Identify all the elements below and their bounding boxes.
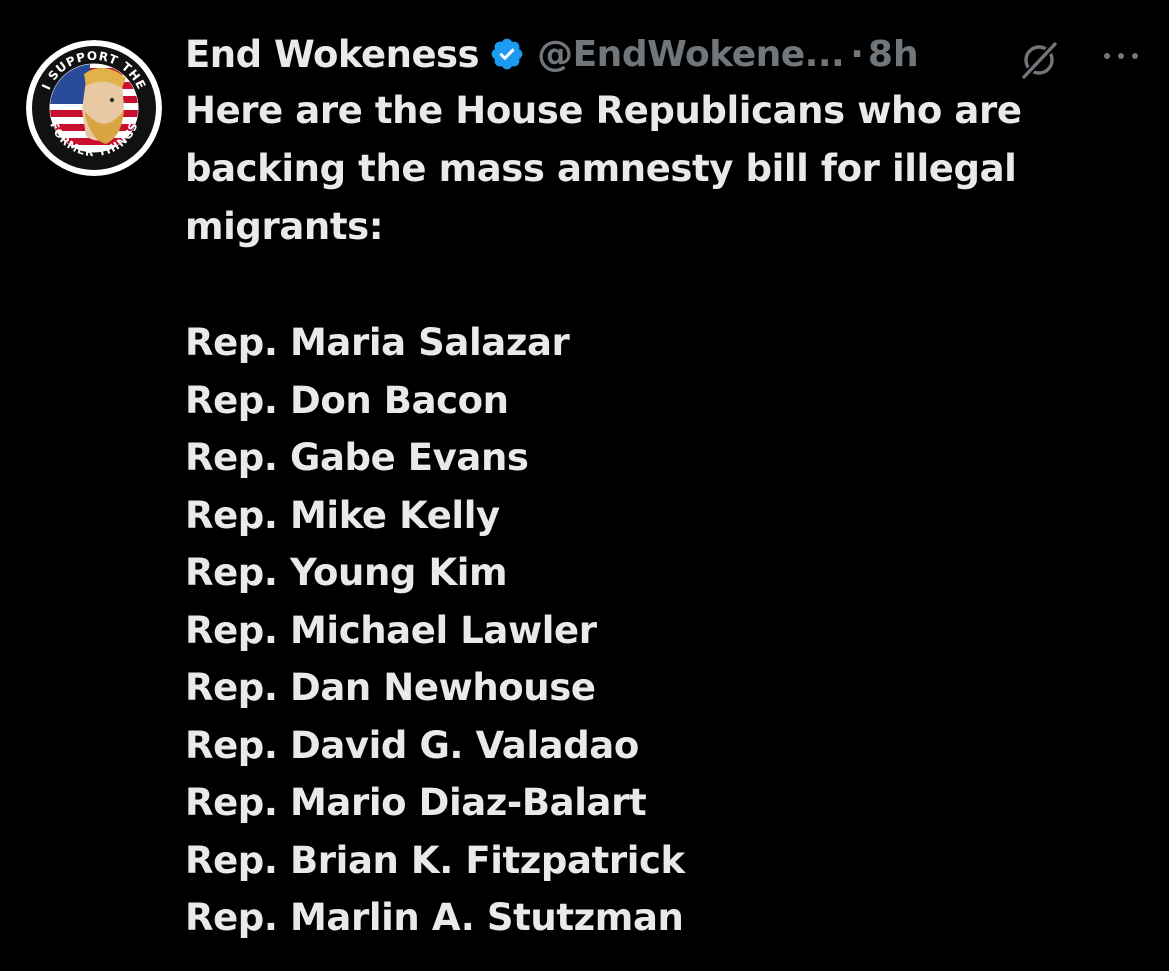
list-item: Rep. Dan Newhouse [185,666,596,709]
more-options-icon[interactable] [1097,42,1145,70]
list-item: Rep. Don Bacon [185,378,509,422]
user-handle[interactable]: @EndWokene... [537,34,845,75]
timestamp[interactable]: 8h [868,34,919,75]
list-item: Rep. Marlin A. Stutzman [185,896,684,939]
list-item: Rep. David G. Valadao [185,723,639,767]
tweet-content: End Wokeness @EndWokene... · 8h Here are… [185,26,1145,947]
tweet-card: I SUPPORT THE FORMER THINGS End Wokeness… [0,0,1169,971]
verified-badge-icon[interactable] [489,36,525,72]
list-item: Rep. Young Kim [185,551,508,594]
tweet-intro: Here are the House Republicans who are b… [185,89,1022,248]
avatar-logo-icon: I SUPPORT THE FORMER THINGS [26,40,162,176]
separator-dot: · [850,33,864,75]
list-item: Rep. Brian K. Fitzpatrick [185,838,685,882]
list-item: Rep. Maria Salazar [185,321,570,364]
tweet-header: End Wokeness @EndWokene... · 8h [185,26,1145,82]
list-item: Rep. Michael Lawler [185,608,597,652]
avatar[interactable]: I SUPPORT THE FORMER THINGS [26,40,162,176]
list-item: Rep. Mario Diaz-Balart [185,781,647,824]
grok-icon[interactable] [1017,38,1061,82]
list-item: Rep. Mike Kelly [185,493,500,537]
tweet-text: Here are the House Republicans who are b… [185,82,1145,947]
display-name[interactable]: End Wokeness [185,33,480,76]
list-item: Rep. Gabe Evans [185,436,529,479]
rep-list: Rep. Maria Salazar Rep. Don Bacon Rep. G… [185,314,1145,947]
